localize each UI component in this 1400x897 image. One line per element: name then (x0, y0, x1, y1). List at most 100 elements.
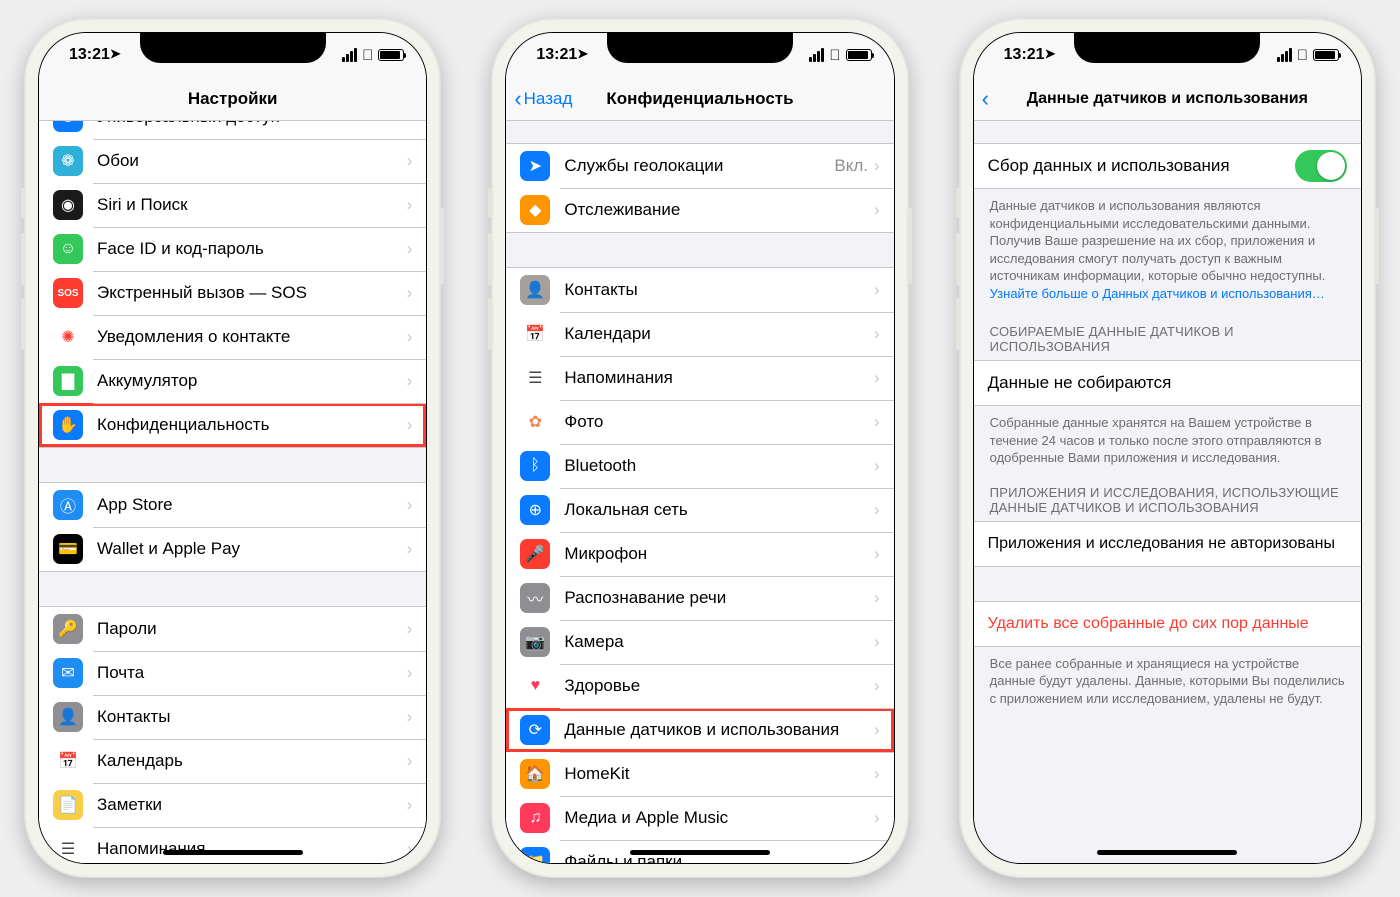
settings-row[interactable]: 📷Камера› (506, 620, 893, 664)
settings-row[interactable]: 🏠HomeKit› (506, 752, 893, 796)
chevron-right-icon: › (874, 544, 880, 564)
chevron-right-icon: › (407, 539, 413, 559)
settings-row[interactable]: ☰Напоминания› (39, 827, 426, 863)
settings-row[interactable]: ✋Конфиденциальность› (39, 403, 426, 447)
cellular-icon (809, 48, 824, 62)
chevron-right-icon: › (874, 852, 880, 863)
wallpaper-icon: ❁ (53, 146, 83, 176)
location-icon: ➤ (520, 151, 550, 181)
row-no-data[interactable]: Данные не собираются (974, 361, 1361, 405)
row-label: Face ID и код-пароль (97, 239, 407, 259)
row-label: App Store (97, 495, 407, 515)
settings-row[interactable]: 💳Wallet и Apple Pay› (39, 527, 426, 571)
settings-row[interactable]: 🎤Микрофон› (506, 532, 893, 576)
settings-row[interactable]: 👤Контакты› (39, 695, 426, 739)
content[interactable]: Сбор данных и использования Данные датчи… (974, 121, 1361, 863)
chevron-left-icon: ‹ (514, 88, 521, 110)
speech-icon: 〰 (520, 583, 550, 613)
settings-row[interactable]: ⊕Локальная сеть› (506, 488, 893, 532)
settings-row[interactable]: 👤Контакты› (506, 268, 893, 312)
content[interactable]: ☯Универсальный доступ›❁Обои›◉Siri и Поис… (39, 121, 426, 863)
battery-icon (846, 49, 872, 61)
chevron-right-icon: › (407, 151, 413, 171)
phone-settings: 13:21 ➤ 􀙇 Настройки ☯Универсальный досту… (24, 18, 441, 878)
tracking-icon: ◆ (520, 195, 550, 225)
content[interactable]: ➤Службы геолокацииВкл.›◆Отслеживание› 👤Ко… (506, 121, 893, 863)
row-label: Wallet и Apple Pay (97, 539, 407, 559)
siri-icon: ◉ (53, 190, 83, 220)
chevron-right-icon: › (874, 764, 880, 784)
settings-row[interactable]: ♫Медиа и Apple Music› (506, 796, 893, 840)
row-toggle[interactable]: Сбор данных и использования (974, 144, 1361, 188)
row-label: Заметки (97, 795, 407, 815)
settings-row[interactable]: 📄Заметки› (39, 783, 426, 827)
learn-more-link[interactable]: Узнайте больше о Данных датчиков и испол… (990, 286, 1325, 301)
home-indicator[interactable] (630, 850, 770, 855)
page-title: Настройки (49, 89, 416, 109)
settings-row[interactable]: ♥Здоровье› (506, 664, 893, 708)
toggle-switch[interactable] (1295, 150, 1347, 182)
row-delete[interactable]: Удалить все собранные до сих пор данные (974, 602, 1361, 646)
settings-row[interactable]: ◆Отслеживание› (506, 188, 893, 232)
settings-row[interactable]: ⟳Данные датчиков и использования› (506, 708, 893, 752)
chevron-right-icon: › (407, 663, 413, 683)
chevron-right-icon: › (407, 371, 413, 391)
home-indicator[interactable] (1097, 850, 1237, 855)
chevron-right-icon: › (407, 839, 413, 859)
navbar: ‹ Назад Конфиденциальность (506, 77, 893, 121)
back-button[interactable]: ‹ Назад (514, 88, 572, 110)
chevron-right-icon: › (407, 239, 413, 259)
row-label: Микрофон (564, 544, 874, 564)
chevron-right-icon: › (874, 200, 880, 220)
row-label: Локальная сеть (564, 500, 874, 520)
footer-description: Данные датчиков и использования являются… (974, 189, 1361, 306)
status-time: 13:21 (69, 46, 110, 64)
status-right: 􀙇 (342, 47, 404, 64)
back-button[interactable]: ‹ (982, 88, 989, 110)
chevron-right-icon: › (874, 412, 880, 432)
location-arrow-icon: ➤ (110, 46, 121, 62)
row-label: Распознавание речи (564, 588, 874, 608)
status-time: 13:21 (536, 46, 577, 64)
notch (1074, 33, 1260, 63)
row-label: Приложения и исследования не авторизован… (988, 535, 1347, 553)
bluetooth-icon: ᛒ (520, 451, 550, 481)
chevron-right-icon: › (407, 327, 413, 347)
settings-row[interactable]: ☺Face ID и код-пароль› (39, 227, 426, 271)
chevron-right-icon: › (874, 588, 880, 608)
row-label: Контакты (564, 280, 874, 300)
homekit-icon: 🏠 (520, 759, 550, 789)
settings-row[interactable]: ❁Обои› (39, 139, 426, 183)
settings-row[interactable]: ☰Напоминания› (506, 356, 893, 400)
chevron-right-icon: › (874, 368, 880, 388)
settings-row[interactable]: 〰 Распознавание речи› (506, 576, 893, 620)
row-label: Аккумулятор (97, 371, 407, 391)
row-label: Календарь (97, 751, 407, 771)
settings-row[interactable]: ◉Siri и Поиск› (39, 183, 426, 227)
settings-row[interactable]: 📅Календари› (506, 312, 893, 356)
status-right: 􀙇 (1277, 47, 1339, 64)
settings-row[interactable]: ✉Почта› (39, 651, 426, 695)
settings-row[interactable]: ᛒBluetooth› (506, 444, 893, 488)
settings-row[interactable]: ✿Фото› (506, 400, 893, 444)
status-time: 13:21 (1004, 46, 1045, 64)
settings-row[interactable]: ☯Универсальный доступ› (39, 121, 426, 139)
sensor-icon: ⟳ (520, 715, 550, 745)
home-indicator[interactable] (163, 850, 303, 855)
settings-row[interactable]: 📅Календарь› (39, 739, 426, 783)
settings-row[interactable]: ⒶApp Store› (39, 483, 426, 527)
contacts-icon: 👤 (53, 702, 83, 732)
settings-row[interactable]: ✺Уведомления о контакте› (39, 315, 426, 359)
settings-row[interactable]: SOSЭкстренный вызов — SOS› (39, 271, 426, 315)
toggle-label: Сбор данных и использования (988, 156, 1295, 176)
row-label: Данные не собираются (988, 373, 1347, 393)
settings-row[interactable]: ▇Аккумулятор› (39, 359, 426, 403)
settings-row[interactable]: ➤Службы геолокацииВкл.› (506, 144, 893, 188)
chevron-right-icon: › (407, 283, 413, 303)
row-no-apps[interactable]: Приложения и исследования не авторизован… (974, 522, 1361, 566)
row-detail: Вкл. (834, 156, 868, 176)
calendar-icon: 📅 (53, 746, 83, 776)
appstore-icon: Ⓐ (53, 490, 83, 520)
settings-row[interactable]: 🔑Пароли› (39, 607, 426, 651)
footer-delete: Все ранее собранные и хранящиеся на устр… (974, 647, 1361, 712)
